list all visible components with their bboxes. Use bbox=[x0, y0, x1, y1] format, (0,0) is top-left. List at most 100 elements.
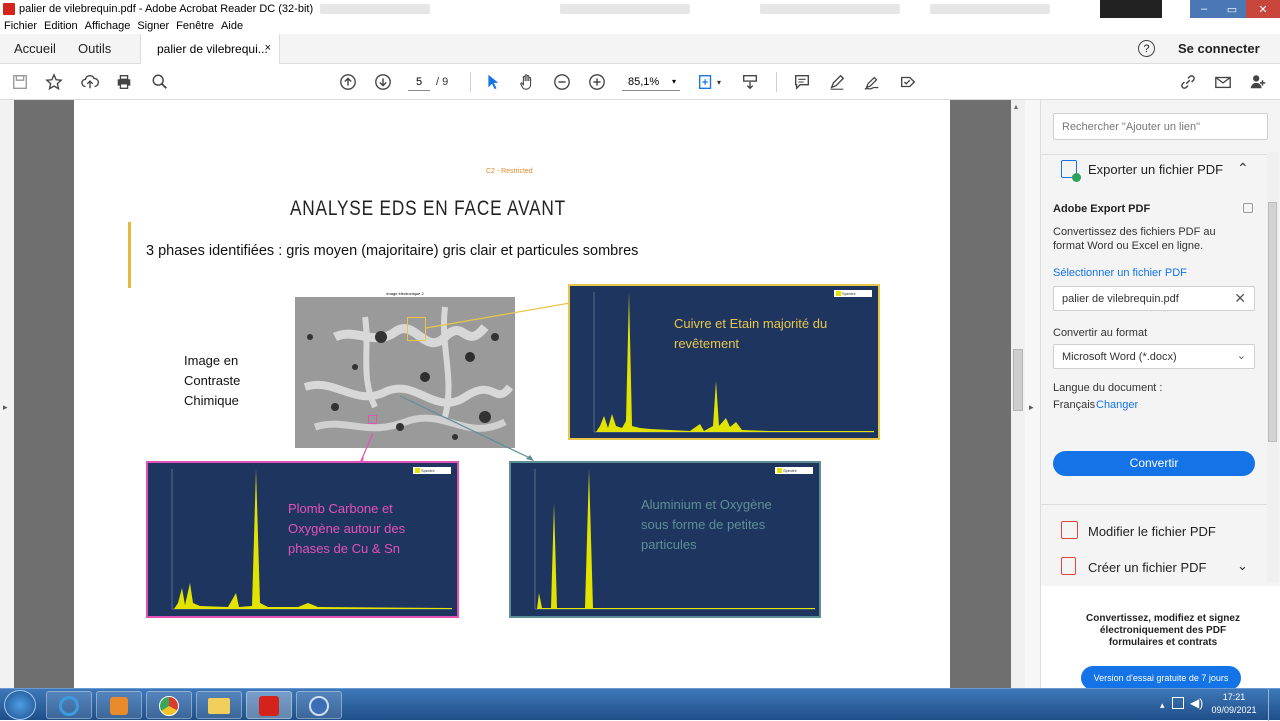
minimize-button[interactable]: – bbox=[1190, 0, 1218, 18]
network-icon[interactable] bbox=[1172, 697, 1184, 709]
close-tab-icon[interactable]: × bbox=[265, 42, 271, 54]
select-pointer-icon[interactable] bbox=[482, 72, 502, 92]
media-player-icon[interactable] bbox=[96, 691, 142, 719]
volume-icon[interactable]: ◀) bbox=[1190, 696, 1203, 710]
windows-taskbar: ▴ ◀) 17:21 09/09/2021 bbox=[0, 688, 1280, 721]
save-icon[interactable] bbox=[10, 72, 30, 92]
free-trial-button[interactable]: Version d'essai gratuite de 7 jours bbox=[1081, 666, 1241, 690]
comment-icon[interactable] bbox=[792, 72, 812, 92]
add-user-icon[interactable] bbox=[1248, 72, 1268, 92]
create-pdf-icon bbox=[1061, 557, 1076, 575]
adobe-export-heading: Adobe Export PDF bbox=[1053, 203, 1151, 215]
spectrum-panel-al-o: Spectre Aluminium et Oxygène sous forme … bbox=[509, 461, 821, 618]
create-pdf-link[interactable]: Créer un fichier PDF bbox=[1088, 560, 1206, 575]
email-icon[interactable] bbox=[1213, 72, 1233, 92]
export-pdf-icon bbox=[1061, 160, 1081, 182]
window-title: palier de vilebrequin.pdf - Adobe Acroba… bbox=[19, 3, 314, 15]
clock-date[interactable]: 09/09/2021 bbox=[1206, 705, 1262, 715]
menu-sign[interactable]: Signer bbox=[137, 20, 169, 32]
chevron-down-icon: ▾ bbox=[671, 77, 676, 86]
collapse-panel-arrow-icon[interactable]: ▸ bbox=[1029, 402, 1034, 413]
sign-icon[interactable] bbox=[862, 72, 882, 92]
scroll-mode-icon[interactable] bbox=[740, 72, 760, 92]
edit-pdf-icon bbox=[1061, 521, 1078, 539]
vertical-scrollbar[interactable]: ▴ bbox=[1011, 100, 1025, 688]
zoom-in-icon[interactable] bbox=[587, 72, 607, 92]
change-language-link[interactable]: Changer bbox=[1096, 399, 1138, 411]
page-number-input[interactable]: 5 bbox=[408, 73, 430, 91]
search-tools-input[interactable]: Rechercher "Ajouter un lien" bbox=[1053, 113, 1268, 140]
maximize-button[interactable]: ▭ bbox=[1218, 0, 1246, 18]
export-description: Convertissez des fichiers PDF au format … bbox=[1053, 226, 1216, 252]
zoom-out-icon[interactable] bbox=[552, 72, 572, 92]
chevron-down-icon: ⌄ bbox=[1236, 350, 1246, 362]
acrobat-icon bbox=[3, 3, 15, 15]
app-check-icon[interactable] bbox=[296, 691, 342, 719]
export-pdf-title[interactable]: Exporter un fichier PDF bbox=[1088, 162, 1223, 177]
show-desktop-button[interactable] bbox=[1268, 689, 1280, 721]
format-value: Microsoft Word (*.docx) bbox=[1062, 350, 1177, 363]
toolbar-divider bbox=[776, 72, 777, 92]
background-tab bbox=[560, 4, 690, 14]
redact-stamp-icon[interactable] bbox=[898, 72, 918, 92]
panel-scrollbar-thumb[interactable] bbox=[1268, 202, 1277, 442]
menu-file[interactable]: Fichier bbox=[4, 20, 37, 32]
spectrum-panel-pb-c-o: Spectre Plomb Carbone et Oxygène autour … bbox=[146, 461, 459, 618]
clear-file-icon[interactable]: ✕ bbox=[1234, 290, 1246, 307]
page-down-icon[interactable] bbox=[373, 72, 393, 92]
language-value: Français bbox=[1053, 399, 1096, 411]
document-language-label: Langue du document : bbox=[1053, 382, 1163, 394]
page-up-icon[interactable] bbox=[338, 72, 358, 92]
divider bbox=[1041, 154, 1267, 155]
title-bar: palier de vilebrequin.pdf - Adobe Acroba… bbox=[0, 0, 1280, 18]
tray-arrow-icon[interactable]: ▴ bbox=[1160, 700, 1165, 711]
copy-icon[interactable] bbox=[1243, 203, 1253, 213]
convert-to-label: Convertir au format bbox=[1053, 327, 1148, 339]
acrobat-taskbar-icon[interactable] bbox=[246, 691, 292, 719]
print-icon[interactable] bbox=[114, 72, 134, 92]
tab-home[interactable]: Accueil bbox=[14, 41, 56, 56]
start-button[interactable] bbox=[4, 690, 36, 720]
close-window-button[interactable]: ✕ bbox=[1246, 0, 1280, 18]
panel-divider: ▸ bbox=[1025, 100, 1040, 688]
panel-scrollbar[interactable] bbox=[1267, 152, 1279, 582]
internet-explorer-icon[interactable] bbox=[46, 691, 92, 719]
search-zoom-icon[interactable] bbox=[150, 72, 170, 92]
upload-cloud-icon[interactable] bbox=[80, 72, 100, 92]
divider bbox=[1041, 504, 1267, 505]
tab-tools[interactable]: Outils bbox=[78, 41, 111, 56]
help-icon[interactable]: ? bbox=[1138, 40, 1155, 57]
highlight-pen-icon[interactable] bbox=[827, 72, 847, 92]
zoom-level-select[interactable]: 85,1% ▾ bbox=[622, 73, 680, 91]
tab-document[interactable]: palier de vilebrequi... × bbox=[140, 34, 280, 64]
menu-bar: Fichier Edition Affichage Signer Fenêtre… bbox=[0, 18, 1280, 34]
selected-file-field: palier de vilebrequin.pdf ✕ bbox=[1053, 286, 1255, 311]
fit-menu-chevron-icon[interactable]: ▾ bbox=[714, 72, 724, 92]
select-file-link[interactable]: Sélectionner un fichier PDF bbox=[1053, 267, 1187, 279]
scrollbar-thumb[interactable] bbox=[1013, 349, 1023, 411]
star-icon[interactable] bbox=[44, 72, 64, 92]
menu-window[interactable]: Fenêtre bbox=[176, 20, 214, 32]
format-select[interactable]: Microsoft Word (*.docx) ⌄ bbox=[1053, 344, 1255, 369]
menu-view[interactable]: Affichage bbox=[85, 20, 131, 32]
menu-help[interactable]: Aide bbox=[221, 20, 243, 32]
fit-page-icon[interactable] bbox=[696, 72, 716, 92]
spectrum-label-pb-c-o: Plomb Carbone et Oxygène autour des phas… bbox=[288, 501, 406, 556]
chevron-down-icon[interactable]: ⌄ bbox=[1237, 558, 1248, 574]
expand-left-arrow-icon[interactable]: ▸ bbox=[3, 402, 8, 413]
scroll-up-arrow-icon[interactable]: ▴ bbox=[1014, 102, 1018, 111]
chevron-up-icon[interactable]: ⌃ bbox=[1237, 160, 1249, 177]
promo-area: Convertissez, modifiez et signez électro… bbox=[1041, 586, 1280, 690]
video-overlay bbox=[1100, 0, 1162, 18]
convert-button[interactable]: Convertir bbox=[1053, 451, 1255, 476]
page-total: / 9 bbox=[436, 76, 449, 88]
hand-tool-icon[interactable] bbox=[517, 72, 537, 92]
edit-pdf-link[interactable]: Modifier le fichier PDF bbox=[1088, 524, 1216, 539]
menu-edit[interactable]: Edition bbox=[44, 20, 78, 32]
sign-in-link[interactable]: Se connecter bbox=[1178, 41, 1260, 56]
selected-file-name: palier de vilebrequin.pdf bbox=[1062, 292, 1179, 305]
chrome-icon[interactable] bbox=[146, 691, 192, 719]
file-explorer-icon[interactable] bbox=[196, 691, 242, 719]
clock-time[interactable]: 17:21 bbox=[1212, 692, 1256, 702]
share-link-icon[interactable] bbox=[1178, 72, 1198, 92]
